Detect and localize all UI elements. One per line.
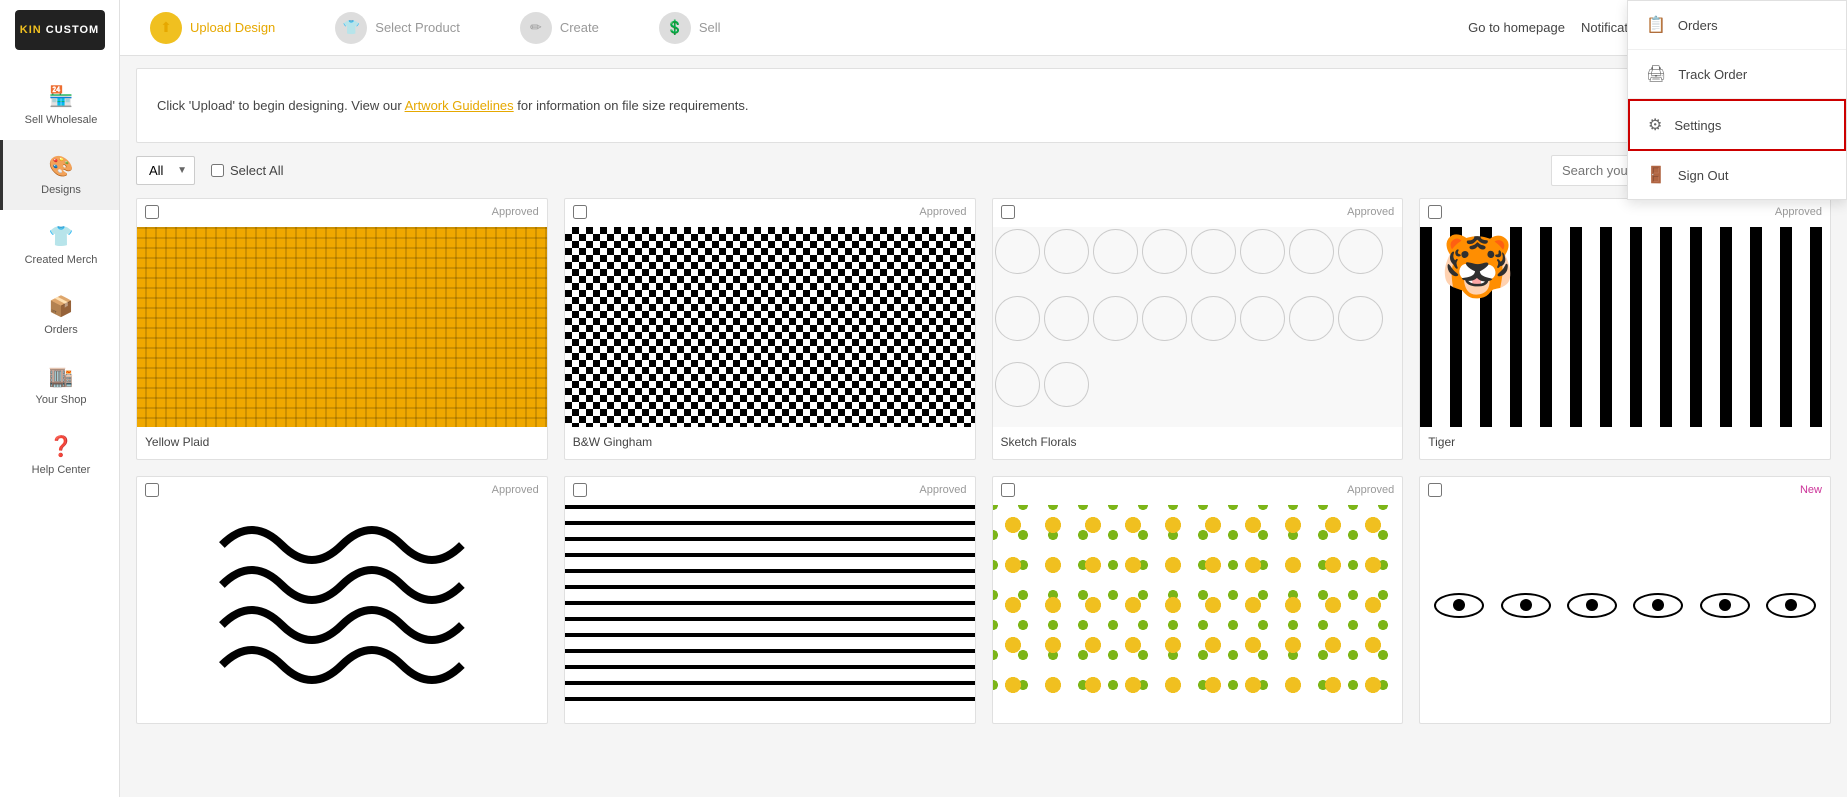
- settings-icon: ⚙: [1648, 115, 1662, 135]
- dropdown-orders[interactable]: 📋 Orders: [1628, 1, 1846, 50]
- dropdown-signout-label: Sign Out: [1678, 168, 1729, 183]
- user-dropdown-menu: 📋 Orders 🖨 Track Order ⚙ Settings 🚪 Sign…: [1627, 0, 1847, 200]
- dropdown-settings[interactable]: ⚙ Settings: [1628, 99, 1846, 151]
- dropdown-orders-label: Orders: [1678, 18, 1718, 33]
- dropdown-sign-out[interactable]: 🚪 Sign Out: [1628, 151, 1846, 199]
- sign-out-icon: 🚪: [1646, 165, 1666, 185]
- track-order-icon: 🖨: [1646, 64, 1666, 84]
- dropdown-track-order[interactable]: 🖨 Track Order: [1628, 50, 1846, 99]
- dropdown-settings-label: Settings: [1674, 118, 1721, 133]
- dropdown-overlay[interactable]: [0, 0, 1847, 797]
- dropdown-track-label: Track Order: [1678, 67, 1747, 82]
- orders-dropdown-icon: 📋: [1646, 15, 1666, 35]
